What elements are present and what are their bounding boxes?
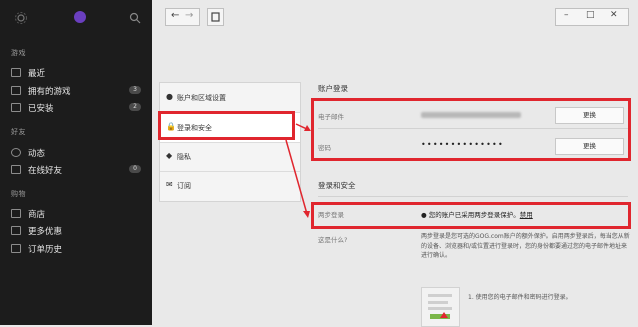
annotation-arrows [285,123,448,318]
